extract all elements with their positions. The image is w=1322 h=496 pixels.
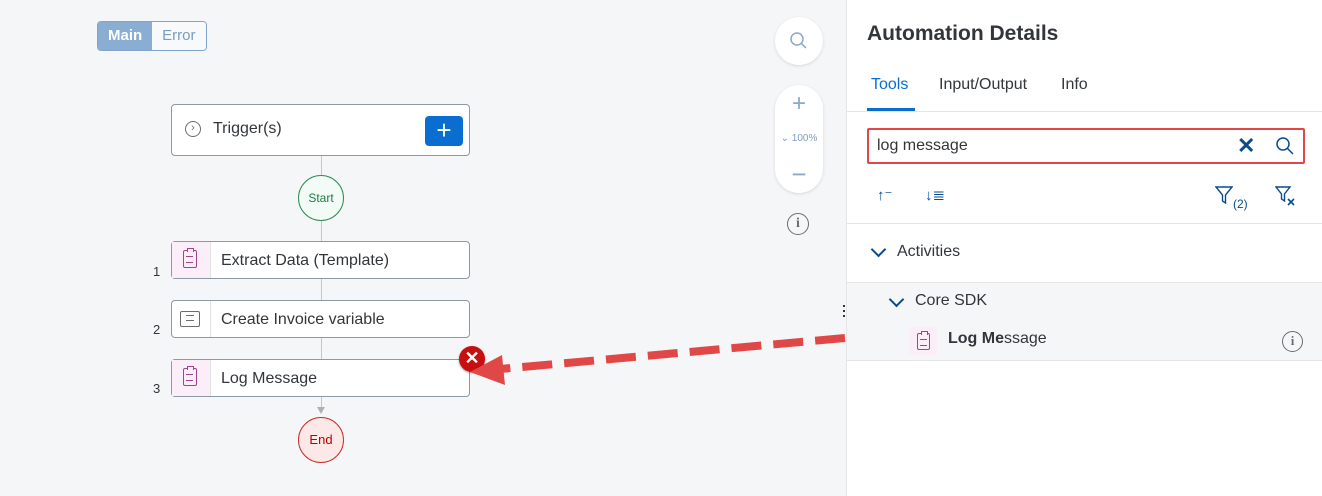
resize-handle[interactable] — [843, 305, 846, 321]
activity-label: Log Message — [948, 330, 1047, 348]
filter-icon — [1214, 186, 1234, 205]
info-icon[interactable]: i — [1282, 331, 1303, 352]
sort-ascending-icon[interactable]: ↑⁻ — [877, 186, 892, 204]
clear-filter-icon — [1274, 186, 1295, 206]
tab-input-output[interactable]: Input/Output — [939, 76, 1027, 94]
zoom-in-button[interactable]: + — [775, 90, 823, 118]
step-create-invoice-variable[interactable]: Create Invoice variable — [171, 300, 470, 338]
filter-button[interactable]: (2) — [1214, 185, 1248, 211]
connector — [321, 156, 322, 175]
workflow-canvas: Main Error › Trigger(s) + Start 1 Extrac… — [0, 0, 846, 496]
tool-search-input[interactable] — [877, 134, 1217, 158]
step-label: Create Invoice variable — [221, 311, 385, 328]
zoom-out-button[interactable]: − — [775, 159, 823, 190]
clipboard-icon — [183, 366, 197, 386]
connector — [321, 279, 322, 300]
variable-icon — [180, 311, 200, 327]
zoom-controls: + ⌄ 100% − — [775, 85, 823, 193]
section-label: Activities — [897, 243, 961, 260]
connector-arrowhead — [317, 407, 325, 414]
activity-label-rest: ssage — [1004, 330, 1047, 347]
end-node: End — [298, 417, 344, 463]
search-icon — [790, 32, 807, 49]
step-number: 2 — [153, 322, 161, 337]
tool-search-field: ✕ — [867, 128, 1305, 164]
clear-icon[interactable]: ✕ — [1237, 133, 1255, 159]
step-extract-data[interactable]: Extract Data (Template) — [171, 241, 470, 279]
trigger-node[interactable]: › Trigger(s) + — [171, 104, 470, 156]
clipboard-icon — [183, 248, 197, 268]
start-node: Start — [298, 175, 344, 221]
clear-filter-button[interactable] — [1274, 185, 1297, 211]
tab-info[interactable]: Info — [1061, 76, 1088, 94]
search-icon[interactable] — [1275, 136, 1295, 156]
step-number: 3 — [153, 381, 161, 396]
chevron-right-icon[interactable]: › — [185, 121, 201, 137]
main-error-toggle: Main Error — [97, 21, 207, 51]
activities-section[interactable]: Activities — [847, 224, 1322, 283]
main-toggle-button[interactable]: Main — [98, 22, 153, 50]
add-trigger-button[interactable]: + — [425, 116, 463, 146]
step-log-message[interactable]: Log Message — [171, 359, 470, 397]
step-label: Extract Data (Template) — [221, 252, 390, 269]
step-label: Log Message — [221, 370, 318, 387]
clipboard-icon — [917, 331, 930, 350]
chevron-down-icon[interactable] — [888, 291, 905, 308]
filter-count: (2) — [1233, 197, 1248, 211]
sort-descending-icon[interactable]: ↓≣ — [925, 186, 945, 204]
chevron-down-icon[interactable] — [870, 241, 887, 258]
step-number: 1 — [153, 264, 161, 279]
error-toggle-button[interactable]: Error — [152, 22, 206, 50]
trigger-label: Trigger(s) — [213, 120, 282, 137]
step-icon-box — [172, 360, 211, 396]
subsection-label: Core SDK — [915, 292, 988, 309]
panel-title: Automation Details — [867, 22, 1059, 45]
tools-toolbar: ↑⁻ ↓≣ (2) — [847, 177, 1322, 224]
active-tab-indicator — [867, 108, 915, 111]
activity-label-match: Log Me — [948, 330, 1004, 347]
step-icon-box — [172, 301, 211, 337]
zoom-level[interactable]: ⌄ 100% — [775, 133, 823, 144]
connector — [321, 221, 322, 241]
connector — [321, 338, 322, 359]
canvas-search-button[interactable] — [775, 17, 823, 65]
automation-details-panel: Automation Details Tools Input/Output In… — [843, 0, 1322, 496]
panel-tabs: Tools Input/Output Info — [847, 70, 1322, 112]
step-icon-box — [172, 242, 211, 278]
error-icon[interactable]: ✕ — [459, 346, 485, 372]
core-sdk-group: Core SDK Log Message i — [847, 283, 1322, 361]
activity-icon-box — [909, 327, 937, 355]
info-icon[interactable]: i — [787, 213, 809, 235]
tab-tools[interactable]: Tools — [871, 76, 908, 94]
